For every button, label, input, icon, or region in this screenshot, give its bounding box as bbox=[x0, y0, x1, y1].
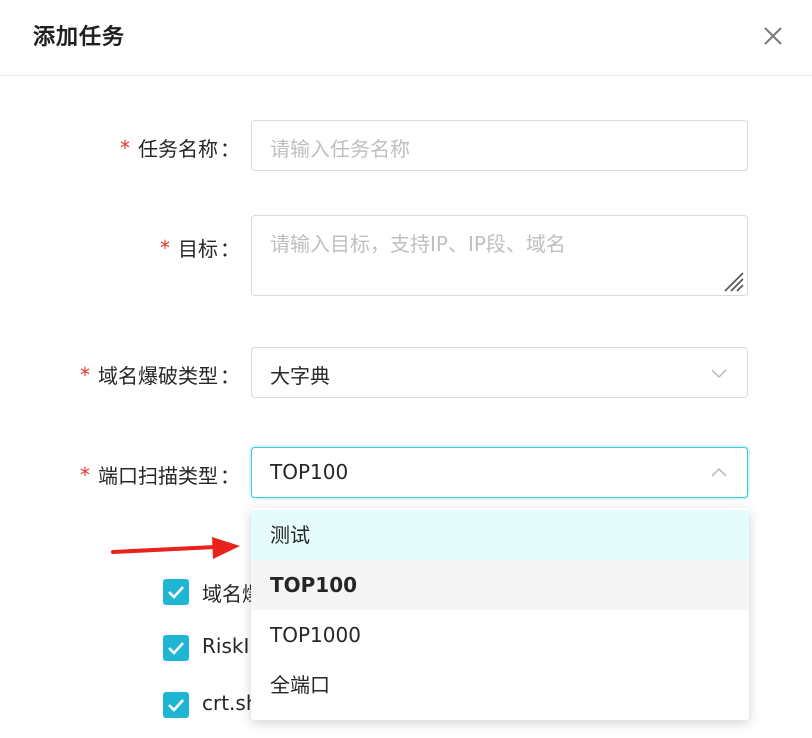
check-icon bbox=[168, 699, 184, 712]
task-name-input[interactable]: 请输入任务名称 bbox=[251, 120, 748, 171]
check-icon bbox=[168, 586, 184, 599]
domain-brute-label: * 域名爆破类型： bbox=[80, 362, 240, 389]
dropdown-option-top100[interactable]: TOP100 bbox=[251, 560, 749, 610]
domain-brute-value: 大字典 bbox=[270, 364, 330, 388]
required-mark: * bbox=[80, 462, 90, 487]
check-icon bbox=[168, 642, 184, 655]
required-mark: * bbox=[160, 235, 170, 260]
required-mark: * bbox=[120, 135, 130, 160]
checkbox-label: RiskI bbox=[202, 634, 250, 658]
dropdown-option-top1000[interactable]: TOP1000 bbox=[251, 610, 749, 660]
port-scan-dropdown: 测试 TOP100 TOP1000 全端口 bbox=[251, 508, 749, 720]
task-name-placeholder: 请输入任务名称 bbox=[270, 137, 410, 161]
target-label: * 目标： bbox=[160, 235, 240, 262]
chevron-down-icon bbox=[711, 369, 727, 379]
checkbox-crtsh[interactable] bbox=[163, 692, 189, 718]
dialog-header: 添加任务 bbox=[0, 0, 812, 76]
target-textarea[interactable]: 请输入目标，支持IP、IP段、域名 bbox=[251, 215, 748, 296]
dropdown-option-all-ports[interactable]: 全端口 bbox=[251, 660, 749, 710]
port-scan-select[interactable]: TOP100 bbox=[251, 447, 748, 498]
checkbox-domain-brute[interactable] bbox=[163, 579, 189, 605]
resize-handle-icon[interactable] bbox=[719, 267, 745, 293]
required-mark: * bbox=[80, 362, 90, 387]
annotation-arrow-icon bbox=[111, 537, 240, 559]
port-scan-label: * 端口扫描类型： bbox=[80, 462, 240, 489]
close-icon[interactable] bbox=[756, 19, 790, 53]
dropdown-option-test[interactable]: 测试 bbox=[251, 510, 749, 560]
checkbox-riskiq[interactable] bbox=[163, 635, 189, 661]
domain-brute-select[interactable]: 大字典 bbox=[251, 347, 748, 398]
port-scan-value: TOP100 bbox=[270, 460, 349, 484]
dialog-title: 添加任务 bbox=[33, 25, 126, 50]
target-placeholder: 请输入目标，支持IP、IP段、域名 bbox=[270, 232, 566, 256]
task-name-label: * 任务名称： bbox=[120, 135, 240, 162]
chevron-up-icon bbox=[711, 467, 727, 477]
